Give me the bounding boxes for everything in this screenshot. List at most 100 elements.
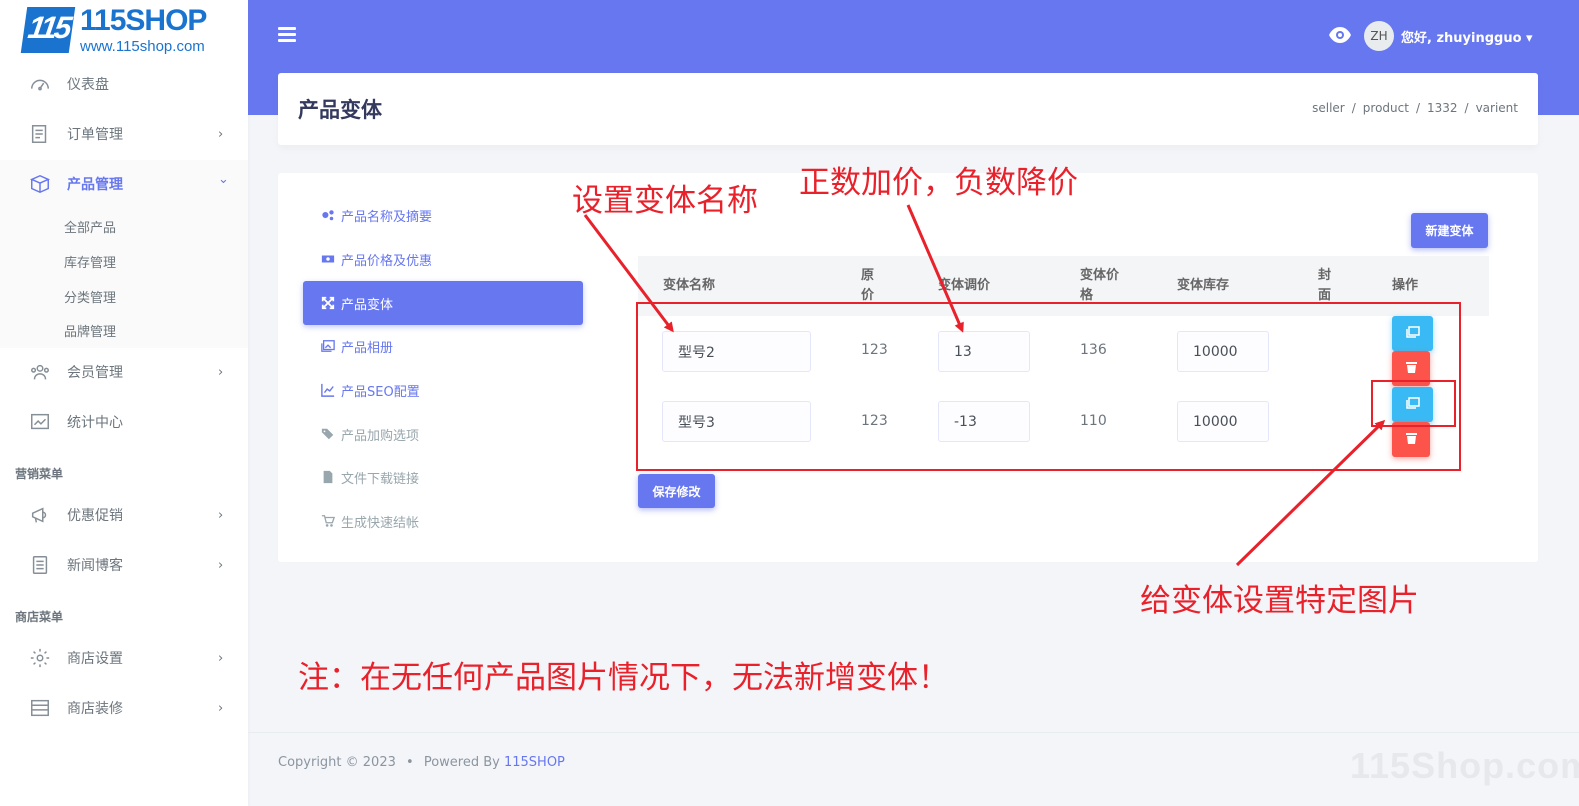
tab-label: 文件下载链接 xyxy=(341,471,420,487)
footer-dot: • xyxy=(406,755,414,770)
chevron-down-icon: ⌄ xyxy=(218,172,229,187)
submenu-item-all-products[interactable]: 全部产品 xyxy=(64,217,116,236)
annotation-box-image-button xyxy=(1371,380,1456,427)
annotation-box-rows xyxy=(636,302,1461,471)
sidebar-item-label: 产品管理 xyxy=(67,177,123,193)
user-menu[interactable]: 您好, zhuyingguo ▾ xyxy=(1401,27,1533,46)
breadcrumb-item: varient xyxy=(1475,101,1518,115)
footer-brand-link[interactable]: 115SHOP xyxy=(504,755,565,770)
submenu-item-inventory[interactable]: 库存管理 xyxy=(64,252,116,271)
tab-label: 产品名称及摘要 xyxy=(341,209,433,225)
file-icon xyxy=(323,470,333,484)
tab-price-discount[interactable]: 产品价格及优惠 xyxy=(303,237,583,281)
eye-icon[interactable] xyxy=(1328,25,1352,45)
annotation-variant-name: 设置变体名称 xyxy=(572,183,758,219)
product-box-icon xyxy=(29,174,51,194)
news-icon xyxy=(32,556,48,574)
sidebar-item-dashboard[interactable]: 仪表盘 xyxy=(0,60,248,108)
column-header-original-price: 原 价 xyxy=(861,268,875,303)
tab-label: 产品价格及优惠 xyxy=(341,253,433,269)
sidebar-item-orders[interactable]: 订单管理 › xyxy=(0,110,248,158)
sidebar-item-label: 仪表盘 xyxy=(67,77,109,93)
footer-divider xyxy=(248,732,1579,733)
logo-mark-text: 115 xyxy=(25,10,72,45)
layout-icon xyxy=(31,699,49,717)
sidebar-item-label: 新闻博客 xyxy=(67,558,123,574)
submenu-item-categories[interactable]: 分类管理 xyxy=(64,287,116,306)
page-title: 产品变体 xyxy=(298,98,382,122)
menu-header-shop: 商店菜单 xyxy=(15,610,64,624)
tab-download-links[interactable]: 文件下载链接 xyxy=(303,455,583,499)
column-header-actions: 操作 xyxy=(1392,278,1419,293)
money-icon xyxy=(321,255,335,263)
tab-variants[interactable]: 产品变体 xyxy=(303,281,583,325)
order-icon xyxy=(31,125,47,143)
chevron-right-icon: › xyxy=(218,364,224,380)
logo-url: www.115shop.com xyxy=(80,38,205,55)
gears-icon xyxy=(322,210,334,221)
sidebar-item-promotions[interactable]: 优惠促销 › xyxy=(0,491,248,539)
sidebar: 115 115SHOP www.115shop.com 仪表盘 订单管理 › 产… xyxy=(0,0,248,806)
tab-label: 产品变体 xyxy=(341,297,394,313)
breadcrumb-item[interactable]: 1332 xyxy=(1427,101,1458,115)
sidebar-item-members[interactable]: 会员管理 › xyxy=(0,348,248,396)
breadcrumb-item[interactable]: seller xyxy=(1312,101,1345,115)
menu-toggle-icon[interactable] xyxy=(278,27,296,43)
tab-name-summary[interactable]: 产品名称及摘要 xyxy=(303,193,583,237)
breadcrumb: seller / product/1332/varient xyxy=(1312,101,1518,115)
annotation-variant-image: 给变体设置特定图片 xyxy=(1140,583,1419,619)
avatar[interactable]: ZH xyxy=(1364,21,1394,51)
tab-label: 产品SEO配置 xyxy=(341,384,420,400)
stats-icon xyxy=(31,413,49,430)
gear-icon xyxy=(30,648,50,668)
column-header-adjust: 变体调价 xyxy=(938,278,991,293)
logo-mark: 115 xyxy=(20,7,76,53)
tab-gallery[interactable]: 产品相册 xyxy=(303,324,583,368)
chevron-right-icon: › xyxy=(218,650,224,666)
new-variant-button[interactable]: 新建变体 xyxy=(1411,213,1488,248)
dashboard-icon xyxy=(31,79,49,91)
sidebar-item-products[interactable]: 产品管理 ⌄ xyxy=(0,160,248,208)
tab-label: 生成快速结帐 xyxy=(341,515,420,531)
logo-name: 115SHOP xyxy=(80,4,207,37)
sidebar-item-label: 订单管理 xyxy=(67,127,123,143)
tab-label: 产品加购选项 xyxy=(341,428,420,444)
sidebar-item-shop-decoration[interactable]: 商店装修 › xyxy=(0,684,248,732)
menu-header-marketing: 营销菜单 xyxy=(15,467,64,481)
expand-icon xyxy=(321,296,335,310)
chevron-right-icon: › xyxy=(218,126,224,142)
copyright-text: Copyright © 2023 xyxy=(278,755,396,770)
sidebar-item-label: 商店装修 xyxy=(67,701,123,717)
tab-label: 产品相册 xyxy=(341,340,394,356)
powered-by-text: Powered By xyxy=(423,755,500,770)
chevron-right-icon: › xyxy=(218,700,224,716)
sidebar-item-label: 优惠促销 xyxy=(67,508,123,524)
section-header: 产品变体 seller / product/1332/varient xyxy=(278,73,1538,145)
column-header-variant-price: 变体价 格 xyxy=(1080,268,1120,303)
annotation-note: 注：在无任何产品图片情况下，无法新增变体！ xyxy=(298,660,949,696)
sidebar-item-news[interactable]: 新闻博客 › xyxy=(0,541,248,589)
sidebar-item-label: 商店设置 xyxy=(67,651,123,667)
sidebar-item-stats[interactable]: 统计中心 xyxy=(0,398,248,446)
sidebar-item-label: 会员管理 xyxy=(67,365,123,381)
save-changes-button[interactable]: 保存修改 xyxy=(638,474,715,508)
images-icon xyxy=(321,340,335,352)
column-header-name: 变体名称 xyxy=(663,278,716,293)
users-icon xyxy=(31,364,49,380)
product-submenu: 全部产品 库存管理 分类管理 品牌管理 xyxy=(0,206,248,348)
tab-seo[interactable]: 产品SEO配置 xyxy=(303,368,583,412)
submenu-item-brands[interactable]: 品牌管理 xyxy=(64,321,116,340)
tab-quick-checkout[interactable]: 生成快速结帐 xyxy=(303,499,583,543)
sidebar-item-shop-settings[interactable]: 商店设置 › xyxy=(0,634,248,682)
line-chart-icon xyxy=(321,383,335,397)
watermark: 115Shop.com xyxy=(1350,745,1579,786)
megaphone-icon xyxy=(31,507,47,523)
footer: Copyright © 2023 • Powered By 115SHOP xyxy=(278,755,565,770)
chevron-right-icon: › xyxy=(218,507,224,523)
annotation-price-adjust: 正数加价，负数降价 xyxy=(799,165,1078,201)
breadcrumb-item[interactable]: product xyxy=(1363,101,1409,115)
tab-addon-options[interactable]: 产品加购选项 xyxy=(303,412,583,456)
tags-icon xyxy=(321,428,334,440)
sidebar-item-label: 统计中心 xyxy=(67,415,123,431)
logo[interactable]: 115 115SHOP www.115shop.com xyxy=(20,4,234,56)
